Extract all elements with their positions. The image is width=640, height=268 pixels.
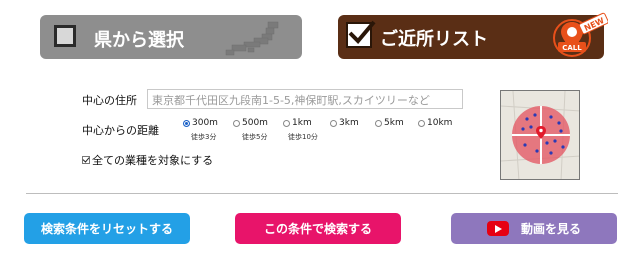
reset-button[interactable]: 検索条件をリセットする [24, 213, 190, 244]
watch-video-button[interactable]: 動画を見る [451, 213, 617, 244]
location-pin-icon: CALL NEW [553, 12, 608, 57]
call-badge-text: CALL [562, 44, 582, 52]
youtube-play-icon [486, 221, 509, 236]
radio-300m[interactable]: 300m [183, 118, 218, 128]
map-radius-icon [501, 91, 579, 179]
address-label: 中心の住所 [82, 94, 137, 107]
address-input[interactable]: 東京都千代田区九段南1-5-5,神保町駅,スカイツリーなど [147, 89, 463, 109]
all-industries-label: 全ての業種を対象にする [92, 154, 214, 167]
radio-3km[interactable]: 3km [330, 118, 359, 128]
checkmark-box-icon [346, 20, 376, 48]
new-ribbon-text: NEW [583, 16, 606, 33]
radio-5km[interactable]: 5km [375, 118, 404, 128]
radio-10km[interactable]: 10km [418, 118, 452, 128]
walk-time-1km: 徒歩10分 [288, 133, 318, 141]
walk-time-500m: 徒歩5分 [242, 133, 268, 141]
radio-500m[interactable]: 500m [233, 118, 268, 128]
section-divider [26, 193, 618, 194]
tab-nearby-label: ご近所リスト [380, 29, 488, 50]
tab-checkbox-icon [54, 25, 76, 47]
walk-time-300m: 徒歩3分 [191, 133, 217, 141]
checkbox-icon [82, 156, 90, 164]
watch-video-label: 動画を見る [520, 222, 581, 236]
distance-label: 中心からの距離 [82, 124, 159, 137]
search-button-label: この条件で検索する [263, 222, 372, 236]
search-button[interactable]: この条件で検索する [235, 213, 401, 244]
tab-prefecture-label: 県から選択 [94, 30, 184, 51]
reset-button-label: 検索条件をリセットする [40, 222, 173, 236]
tab-prefecture-select[interactable]: 県から選択 [40, 15, 302, 59]
all-industries-checkbox[interactable]: 全ての業種を対象にする [82, 152, 213, 168]
tab-nearby-list[interactable]: ご近所リスト CALL NEW [338, 12, 608, 59]
radio-1km[interactable]: 1km [283, 118, 312, 128]
map-preview[interactable] [500, 90, 580, 180]
japan-map-icon [225, 21, 279, 56]
